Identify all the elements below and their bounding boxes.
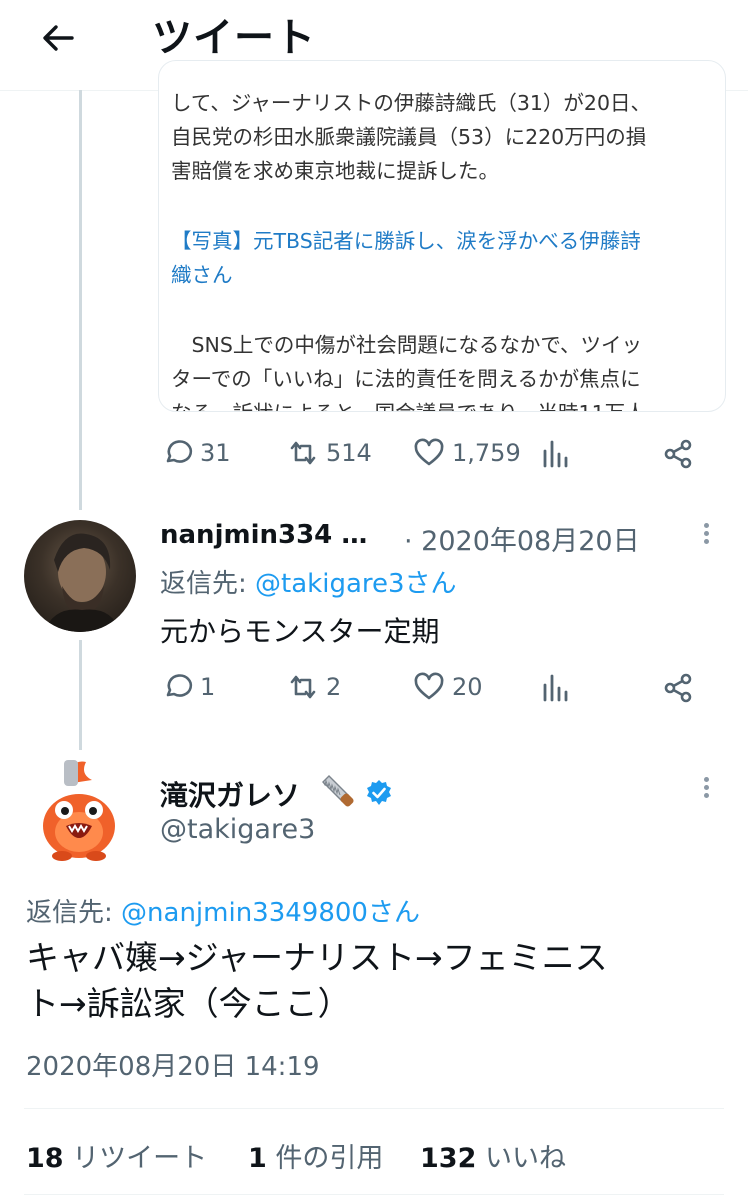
back-arrow-icon[interactable] <box>38 18 78 58</box>
quotes-count: 1 <box>248 1143 267 1174</box>
likes-count: 132 <box>420 1143 477 1174</box>
avatar[interactable] <box>36 756 122 862</box>
author-handle[interactable]: @takigare3 <box>160 814 315 845</box>
article-text-line: なる。訴状によると、国会議員であり、当時11万人 <box>171 397 719 411</box>
retweets-stat[interactable]: 18 リツイート <box>26 1136 207 1175</box>
article-text-line: SNS上での中傷が社会問題になるなかで、ツイッ <box>171 333 643 357</box>
like-count: 1,759 <box>452 439 521 467</box>
retweets-count: 18 <box>26 1143 64 1174</box>
like-count: 20 <box>452 673 483 701</box>
likes-stat[interactable]: 132 いいね <box>420 1136 566 1175</box>
reply-to-handle[interactable]: @nanjmin3349800さん <box>121 898 420 928</box>
saw-icon <box>322 775 354 807</box>
tweet-timestamp[interactable]: 2020年08月20日 14:19 <box>26 1046 320 1083</box>
article-card[interactable]: して、ジャーナリストの伊藤詩織氏（31）が20日、 自民党の杉田水脈衆議院議員（… <box>158 60 726 412</box>
divider <box>24 1108 724 1109</box>
retweet-button[interactable]: 2 <box>286 670 341 704</box>
reply-button[interactable]: 31 <box>160 436 231 470</box>
page-title: ツイート <box>152 15 316 61</box>
tweet-text-line: ト→訴訟家（今ここ） <box>26 984 351 1023</box>
reply-count: 1 <box>200 673 216 701</box>
reply-to-handle[interactable]: @takigare3さん <box>255 569 457 599</box>
share-icon[interactable] <box>662 672 694 704</box>
article-text-line: ターでの「いいね」に法的責任を問えるかが焦点に <box>171 367 641 391</box>
quotes-stat[interactable]: 1 件の引用 <box>248 1136 383 1175</box>
reply-to-label: 返信先: <box>160 569 256 599</box>
likes-label: いいね <box>484 1143 566 1174</box>
more-icon[interactable] <box>704 520 710 547</box>
reply-to: 返信先: @takigare3さん <box>160 563 457 600</box>
reply-icon <box>166 440 193 463</box>
tweet-date[interactable]: · 2020年08月20日 <box>404 519 640 558</box>
retweet-icon <box>290 675 316 699</box>
avatar[interactable] <box>24 520 136 632</box>
article-text-line: 自民党の杉田水脈衆議院議員（53）に220万円の損 <box>171 125 647 149</box>
author-name[interactable]: nanjmin334 … <box>160 520 367 550</box>
share-icon[interactable] <box>662 438 694 470</box>
article-photo-link[interactable]: 【写真】元TBS記者に勝訴し、涙を浮かべる伊藤詩 <box>171 225 719 257</box>
article-text-line: 害賠償を求め東京地裁に提訴した。 <box>171 159 499 183</box>
analytics-icon[interactable] <box>540 438 570 468</box>
retweets-label: リツイート <box>72 1143 208 1174</box>
thread-line <box>79 90 82 510</box>
divider <box>24 1194 724 1195</box>
reply-button[interactable]: 1 <box>160 670 215 704</box>
reply-to-label: 返信先: <box>26 898 122 928</box>
avatar-portrait <box>44 533 120 632</box>
heart-icon <box>414 672 444 700</box>
like-button[interactable]: 20 <box>412 670 483 704</box>
heart-icon <box>414 438 444 466</box>
article-photo-link[interactable]: 織さん <box>171 259 719 291</box>
like-button[interactable]: 1,759 <box>412 436 521 470</box>
more-icon[interactable] <box>704 774 710 801</box>
thread-line <box>79 640 82 750</box>
retweet-icon <box>290 441 316 465</box>
article-text-line: して、ジャーナリストの伊藤詩織氏（31）が20日、 <box>171 91 652 115</box>
retweet-count: 2 <box>326 673 342 701</box>
analytics-icon[interactable] <box>540 672 570 702</box>
tweet-text-line: キャバ嬢→ジャーナリスト→フェミニス <box>26 938 608 977</box>
reply-count: 31 <box>200 439 231 467</box>
author-name[interactable]: 滝沢ガレソ <box>160 774 300 814</box>
retweet-count: 514 <box>326 439 372 467</box>
quotes-label: 件の引用 <box>275 1143 384 1174</box>
character-avatar-icon <box>43 760 115 861</box>
retweet-button[interactable]: 514 <box>286 436 372 470</box>
verified-badge-icon <box>367 780 391 805</box>
reply-icon <box>166 674 193 697</box>
reply-to: 返信先: @nanjmin3349800さん <box>26 892 420 929</box>
tweet-text: 元からモンスター定期 <box>160 615 440 648</box>
